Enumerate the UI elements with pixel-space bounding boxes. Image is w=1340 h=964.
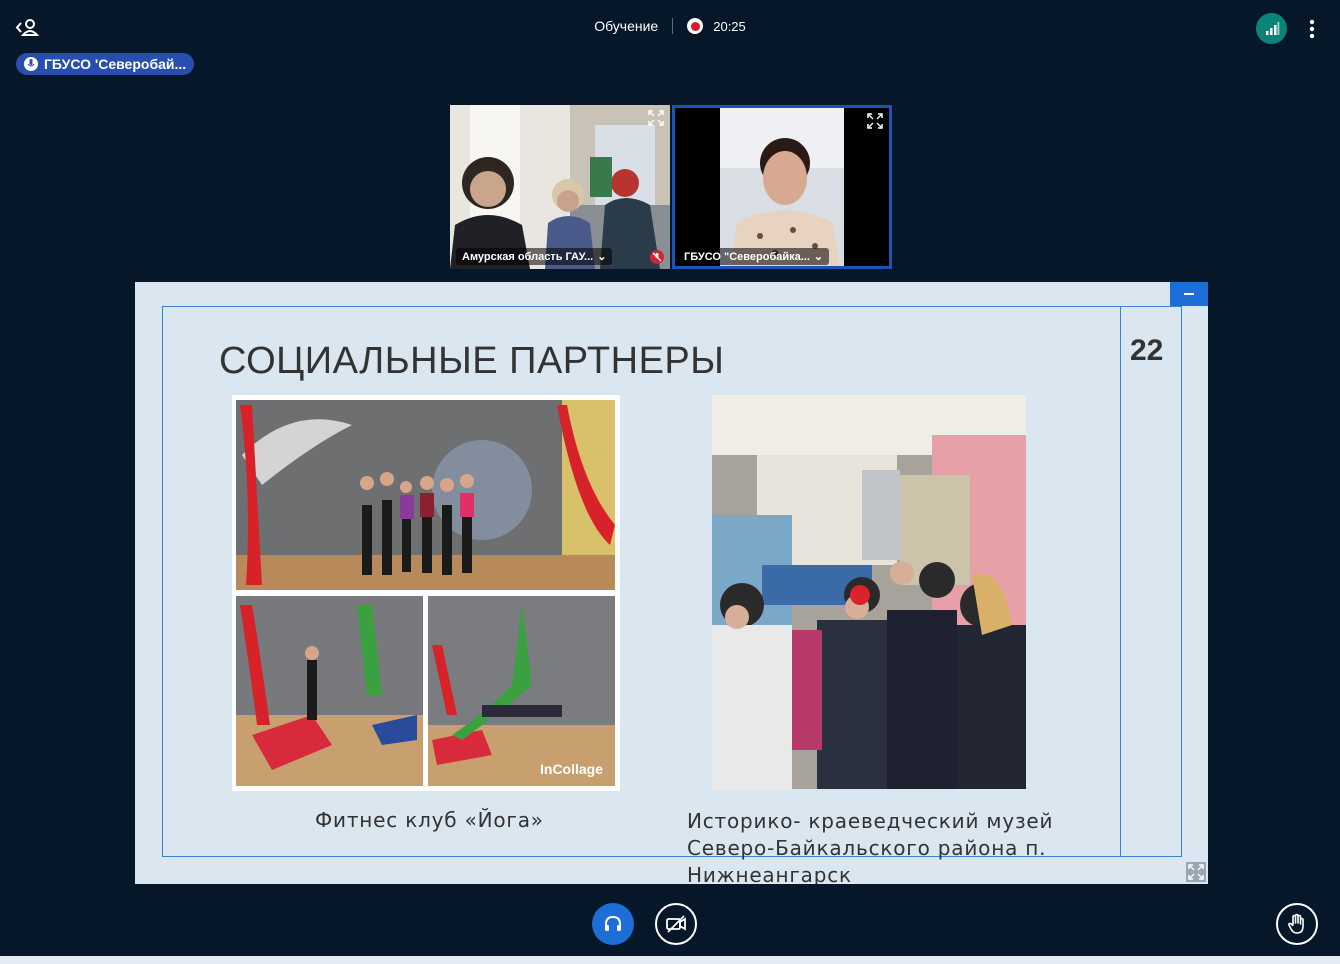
video-user-label[interactable]: ГБУСО "Северобайка... ⌄: [678, 248, 830, 265]
presentation-area: 22 СОЦИАЛЬНЫЕ ПАРТНЕРЫ InCollage Фитнес …: [135, 282, 1208, 884]
video-feed: [450, 105, 670, 269]
talking-indicator[interactable]: ГБУСО 'Северобай...: [16, 53, 194, 75]
video-user-label[interactable]: Амурская область ГАУ... ⌄: [456, 248, 613, 265]
more-options-button[interactable]: [1302, 14, 1322, 44]
meeting-title: Обучение: [594, 18, 659, 34]
signal-bars-icon: [1265, 21, 1279, 35]
camera-off-icon: [666, 915, 686, 933]
minimize-presentation-button[interactable]: [1170, 282, 1208, 306]
title-separator: [672, 18, 674, 34]
top-bar: Обучение 20:25: [0, 0, 1340, 56]
connection-status-button[interactable]: [1256, 13, 1287, 44]
video-tile[interactable]: Амурская область ГАУ... ⌄: [450, 105, 670, 269]
slide-title: СОЦИАЛЬНЫЕ ПАРТНЕРЫ: [219, 340, 725, 382]
kebab-menu-icon: [1309, 19, 1315, 39]
minus-icon: [1184, 293, 1194, 295]
recording-button[interactable]: 20:25: [687, 18, 746, 34]
microphone-icon: [24, 57, 38, 71]
camera-button[interactable]: [655, 903, 697, 945]
audio-button[interactable]: [592, 903, 634, 945]
headphones-icon: [605, 915, 621, 931]
yoga-collage-image: InCollage: [232, 395, 620, 791]
expand-video-button[interactable]: [866, 112, 884, 130]
slide-number-column: [1120, 306, 1182, 857]
video-feed: [675, 108, 889, 266]
raise-hand-button[interactable]: [1276, 903, 1318, 945]
collage-watermark: InCollage: [540, 761, 604, 777]
chevron-down-icon: ⌄: [813, 251, 824, 263]
video-tile-active[interactable]: ГБУСО "Северобайка... ⌄: [672, 105, 892, 269]
chevron-down-icon: ⌄: [597, 251, 607, 263]
caption-museum: Историко- краеведческий музей Северо-Бай…: [687, 809, 1054, 884]
fullscreen-icon: [1188, 864, 1204, 880]
record-icon: [687, 18, 704, 34]
raise-hand-icon: [1288, 913, 1304, 934]
slide-number: 22: [1130, 334, 1164, 367]
muted-icon: [650, 250, 664, 264]
recording-time: 20:25: [713, 18, 746, 34]
museum-image: [712, 395, 1026, 789]
talker-name: ГБУСО 'Северобай...: [44, 56, 187, 72]
expand-video-button[interactable]: [647, 109, 665, 127]
caption-fitness: Фитнес клуб «Йога»: [315, 808, 544, 832]
bottom-strip: [0, 956, 1340, 964]
fullscreen-icon: [867, 113, 883, 129]
fullscreen-icon: [648, 110, 664, 126]
presentation-fullscreen-button[interactable]: [1186, 862, 1206, 882]
